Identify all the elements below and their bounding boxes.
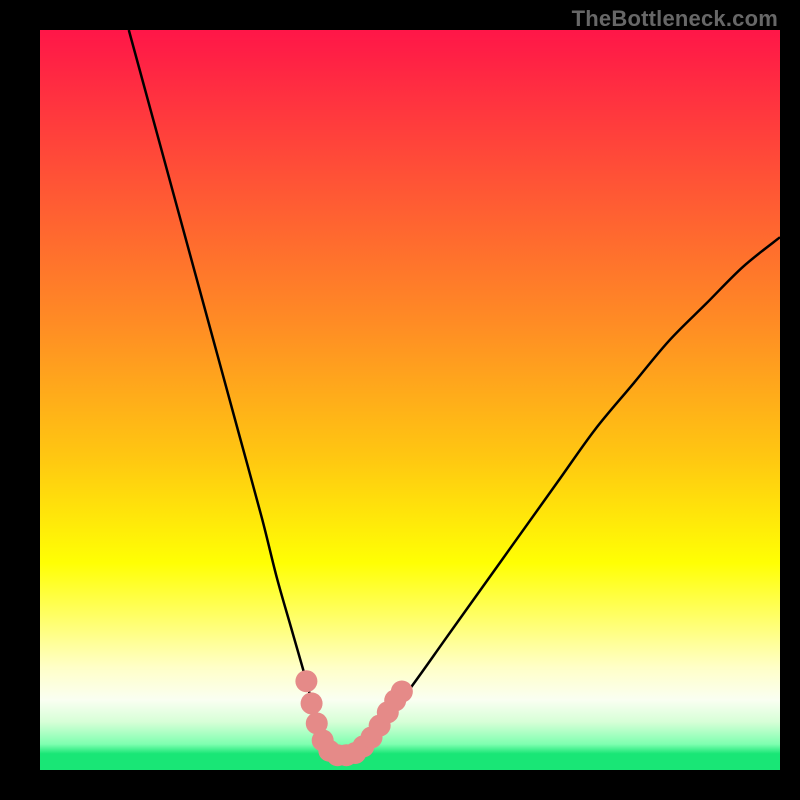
curve-marker bbox=[295, 670, 317, 692]
curve-marker bbox=[301, 692, 323, 714]
curve-markers bbox=[295, 670, 412, 766]
watermark: TheBottleneck.com bbox=[572, 6, 778, 32]
chart-overlay bbox=[40, 30, 780, 770]
curve-marker bbox=[391, 681, 413, 703]
chart-frame: TheBottleneck.com bbox=[0, 0, 800, 800]
bottleneck-curve bbox=[129, 30, 780, 756]
plot-area bbox=[40, 30, 780, 770]
